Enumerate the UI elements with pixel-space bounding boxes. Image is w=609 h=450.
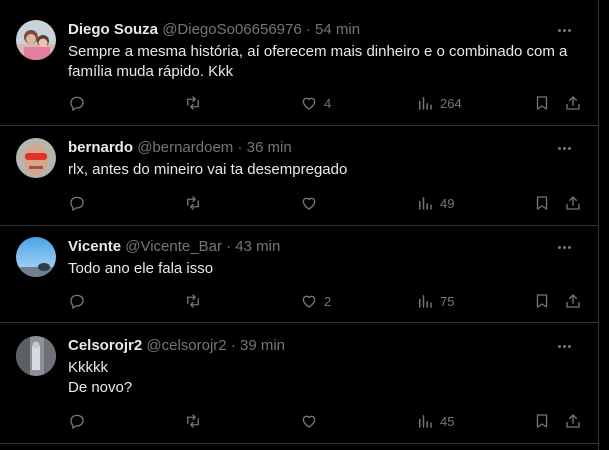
repost-button[interactable] [184,411,202,431]
reply-icon [70,414,84,429]
timestamp[interactable]: 43 min [235,238,280,255]
author-handle[interactable]: @bernardoem [137,139,233,156]
views-count: 264 [440,95,462,111]
views-button[interactable]: 264 [416,93,462,113]
more-icon[interactable] [554,139,574,157]
reply-button[interactable] [68,411,86,431]
share-icon [566,96,580,110]
repost-icon [187,294,199,308]
reply-text: Todo ano ele fala isso [68,259,588,279]
views-icon [419,415,432,428]
avatar[interactable] [16,20,56,60]
repost-button[interactable] [184,193,202,213]
bookmark-icon [536,414,548,428]
author-name[interactable]: bernardo [68,139,133,156]
like-button[interactable]: 4 [300,93,331,113]
avatar[interactable] [16,237,56,277]
replies-column: Diego Souza @DiegoSo06656976 · 54 min Se… [0,0,599,450]
bookmark-icon [536,196,548,210]
reply-text-line: Kkkkk [68,359,109,376]
more-icon[interactable] [554,238,574,256]
reply-text-line: Todo ano ele fala isso [68,260,214,277]
reply-text-line: rlx, antes do mineiro vai ta desempregad… [68,161,348,178]
reply-button[interactable] [68,291,86,311]
author-handle[interactable]: @DiegoSo06656976 [162,21,302,38]
views-button[interactable]: 49 [416,193,454,213]
views-icon [419,197,432,210]
more-icon[interactable] [554,21,574,39]
like-count: 4 [324,95,332,111]
share-button[interactable] [564,93,582,113]
separator: · [305,21,311,38]
repost-icon [187,414,199,428]
like-icon [302,415,316,428]
reply-diego[interactable]: Diego Souza @DiegoSo06656976 · 54 min Se… [0,0,598,126]
repost-button[interactable] [184,291,202,311]
timestamp[interactable]: 39 min [240,337,285,354]
views-button[interactable]: 75 [416,291,454,311]
reply-bernardo[interactable]: bernardo @bernardoem · 36 min rlx, antes… [0,126,598,226]
reply-text-line: De novo? [68,379,133,396]
like-button[interactable] [300,411,324,431]
views-count: 75 [440,293,455,309]
reply-vicente[interactable]: Vicente @Vicente_Bar · 43 min Todo ano e… [0,226,598,323]
share-button[interactable] [564,291,582,311]
author-handle[interactable]: @Vicente_Bar [125,238,222,255]
reply-celsorojr2[interactable]: Celsorojr2 @celsorojr2 · 39 min Kkkkk De… [0,323,598,444]
action-bar: 4 264 [68,93,590,113]
like-button[interactable]: 2 [300,291,331,311]
bookmark-button[interactable] [533,193,551,213]
author-name[interactable]: Diego Souza [68,21,158,38]
views-count: 45 [440,413,455,429]
repost-button[interactable] [184,93,202,113]
timestamp[interactable]: 36 min [247,139,292,156]
reply-icon [70,96,84,111]
share-icon [566,294,580,308]
like-button[interactable] [300,193,324,213]
reply-text-line: família muda rápido. Kkk [68,63,234,80]
more-icon[interactable] [554,337,574,355]
author-name[interactable]: Vicente [68,238,121,255]
bookmark-button[interactable] [533,93,551,113]
share-button[interactable] [564,193,582,213]
bookmark-icon [536,96,548,110]
action-bar: 2 75 [68,291,590,311]
like-icon [302,295,316,308]
avatar[interactable] [16,336,56,376]
action-bar: 45 [68,411,590,431]
share-icon [566,414,580,428]
author-handle[interactable]: @celsorojr2 [146,337,226,354]
reply-text: Sempre a mesma história, aí oferecem mai… [68,42,588,82]
reply-button[interactable] [68,193,86,213]
separator: · [237,139,243,156]
separator: · [226,238,232,255]
separator: · [230,337,236,354]
reply-text: Kkkkk De novo? [68,358,588,398]
timestamp[interactable]: 54 min [315,21,360,38]
like-icon [302,197,316,210]
views-icon [419,295,432,308]
bookmark-icon [536,294,548,308]
author-name[interactable]: Celsorojr2 [68,337,142,354]
reply-icon [70,196,84,211]
reply-button[interactable] [68,93,86,113]
repost-icon [187,196,199,210]
reply-icon [70,294,84,309]
bookmark-button[interactable] [533,291,551,311]
views-count: 49 [440,195,455,211]
views-button[interactable]: 45 [416,411,454,431]
like-count: 2 [324,293,332,309]
share-button[interactable] [564,411,582,431]
views-icon [419,97,432,110]
repost-icon [187,96,199,110]
reply-text-line: Sempre a mesma história, aí oferecem mai… [68,43,568,60]
share-icon [566,196,580,210]
bookmark-button[interactable] [533,411,551,431]
like-icon [302,97,316,110]
reply-text: rlx, antes do mineiro vai ta desempregad… [68,160,588,180]
action-bar: 49 [68,193,590,213]
avatar[interactable] [16,138,56,178]
